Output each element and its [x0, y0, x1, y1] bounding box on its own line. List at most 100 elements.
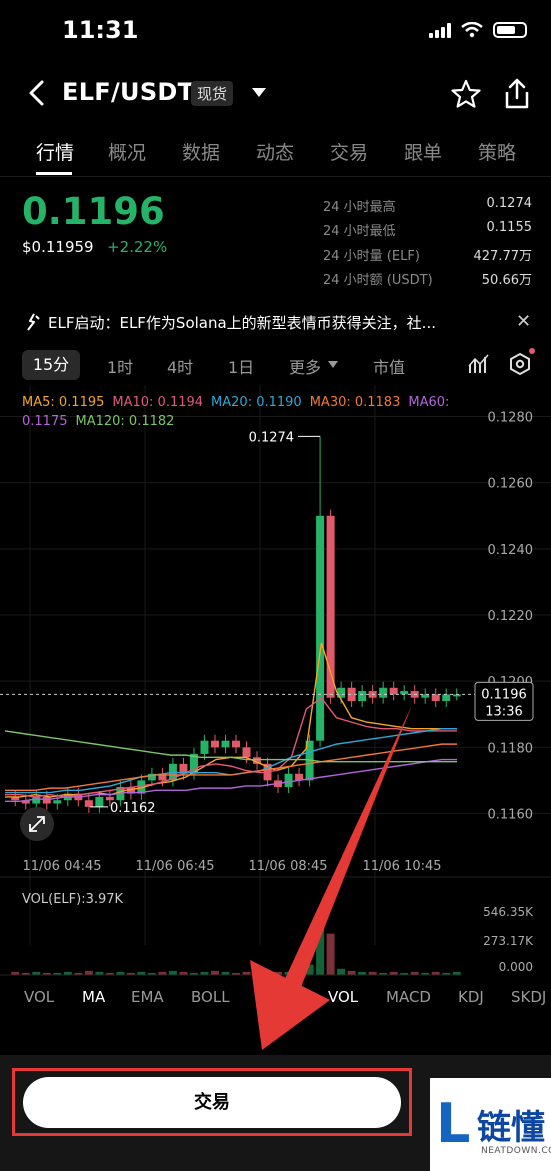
ind-main-vol[interactable]: VOL: [24, 988, 54, 1006]
stat-value-low: 0.1155: [486, 220, 533, 235]
announcement-text[interactable]: ELF启动：ELF作为Solana上的新型表情币获得关注，社...: [48, 312, 436, 333]
candle: [389, 687, 398, 695]
ind-sub-macd[interactable]: MACD: [386, 988, 431, 1006]
volume-bar: [295, 970, 304, 975]
candle: [42, 796, 51, 804]
candle: [316, 515, 325, 741]
watermark-text: 链懂: [477, 1108, 545, 1148]
tab-data[interactable]: 数据: [182, 138, 220, 165]
candle: [284, 773, 293, 787]
indicator-chart-icon[interactable]: [467, 352, 491, 376]
ma-line: [4, 730, 457, 763]
ma120-label: MA120: 0.1182: [75, 414, 175, 429]
notification-dot: [529, 348, 535, 354]
divider: [0, 176, 551, 177]
volume-bar: [253, 966, 262, 975]
current-price-value: 0.1196: [481, 687, 527, 702]
candle: [105, 796, 114, 801]
volume-axis-label: 0.000: [499, 960, 533, 974]
volume-axis-label: 546.35K: [483, 905, 534, 919]
dropdown-caret-icon[interactable]: [252, 88, 266, 97]
time-axis-label: 11/06 06:45: [135, 859, 214, 874]
volume-bar: [326, 933, 335, 975]
interval-1d[interactable]: 1日: [228, 354, 254, 378]
ind-main-ema[interactable]: EMA: [131, 988, 164, 1006]
ind-sub-skdj[interactable]: SKDJ: [511, 988, 546, 1006]
ind-main-boll[interactable]: BOLL: [191, 988, 230, 1006]
time-axis-label: 11/06 08:45: [248, 859, 327, 874]
candle: [242, 747, 251, 758]
volume-axis-label: 273.17K: [483, 934, 534, 948]
ma-legend: MA5: 0.1195 MA10: 0.1194 MA20: 0.1190 MA30:…: [22, 393, 462, 431]
ma-line: [5, 642, 457, 798]
favorite-star-icon[interactable]: [451, 79, 481, 109]
active-tab-indicator: [36, 172, 72, 175]
usd-price: $0.11959: [22, 238, 94, 256]
change-percent: +2.22%: [107, 238, 168, 256]
tab-strategy[interactable]: 策略: [478, 138, 516, 165]
settings-icon[interactable]: [508, 352, 532, 376]
interval-4h[interactable]: 4时: [167, 354, 193, 378]
ma-line: [5, 728, 457, 794]
ind-sub-vol[interactable]: VOL: [328, 988, 358, 1006]
volume-bar: [305, 964, 314, 975]
share-icon[interactable]: [503, 78, 531, 110]
candle: [53, 800, 62, 804]
stat-value-turnover: 50.66万: [481, 273, 532, 288]
wifi-icon: [461, 22, 483, 38]
interval-1h[interactable]: 1时: [107, 354, 133, 378]
kline-chart[interactable]: 0.12800.12600.12400.12200.12000.11800.11…: [0, 385, 551, 985]
indicator-tabs: VOL MA EMA BOLL SAR VOL MACD KDJ SKDJ: [0, 984, 551, 1014]
watermark-letter: L: [436, 1092, 471, 1155]
stat-value-volume: 427.77万: [473, 249, 533, 264]
spot-badge: 现货: [191, 81, 234, 106]
more-caret-icon: [328, 361, 338, 368]
price-axis-label: 0.1160: [488, 807, 534, 822]
candle: [221, 740, 230, 748]
interval-more[interactable]: 更多: [289, 354, 321, 378]
tab-copy-trade[interactable]: 跟单: [404, 138, 442, 165]
tab-overview[interactable]: 概况: [108, 138, 146, 165]
price-axis-label: 0.1240: [488, 543, 534, 558]
candle: [358, 691, 367, 701]
status-icons: [429, 22, 527, 38]
pair-title[interactable]: ELF/USDT: [62, 78, 194, 106]
ma30-label: MA30: 0.1183: [309, 395, 401, 410]
volume-bar: [263, 970, 272, 975]
ma5-label: MA5: 0.1195: [22, 395, 105, 410]
low-label: 0.1162: [110, 801, 156, 816]
ma10-label: MA10: 0.1194: [112, 395, 204, 410]
candle: [210, 740, 219, 748]
candle: [442, 694, 451, 701]
market-tabs: 行情 概况 数据 动态 交易 跟单 策略: [0, 134, 551, 174]
ind-main-ma[interactable]: MA: [82, 988, 105, 1006]
ind-main-sar[interactable]: SAR: [258, 988, 288, 1006]
close-announcement-icon[interactable]: ✕: [516, 311, 531, 332]
battery-icon: [493, 22, 527, 38]
price-axis-label: 0.1280: [488, 411, 534, 426]
last-price: 0.1196: [22, 190, 165, 233]
tab-market[interactable]: 行情: [36, 138, 74, 165]
high-label: 0.1274: [249, 430, 295, 445]
candle: [232, 740, 240, 748]
time-axis-label: 11/06 10:45: [362, 859, 441, 874]
volume-bar: [337, 968, 346, 975]
time-axis-label: 11/06 04:45: [22, 859, 101, 874]
watermark-subtext: NEATDOWN.COM: [481, 1146, 551, 1156]
ind-sub-kdj[interactable]: KDJ: [458, 988, 484, 1006]
interval-market-cap[interactable]: 市值: [373, 354, 405, 378]
countdown: 13:36: [485, 704, 522, 719]
stat-label-high: 24 小时最高: [323, 200, 396, 215]
sparkle-icon: [27, 313, 40, 331]
tab-trade[interactable]: 交易: [330, 138, 368, 165]
candle: [200, 740, 209, 754]
candle: [337, 687, 346, 698]
status-time: 11:31: [62, 16, 139, 44]
volume-bar: [347, 970, 356, 975]
back-arrow-icon[interactable]: [24, 78, 52, 108]
interval-15m[interactable]: 15分: [22, 350, 80, 380]
candle: [431, 694, 440, 701]
stat-value-high: 0.1274: [486, 196, 533, 211]
ma20-label: MA20: 0.1190: [211, 395, 302, 410]
tab-news[interactable]: 动态: [256, 138, 294, 165]
